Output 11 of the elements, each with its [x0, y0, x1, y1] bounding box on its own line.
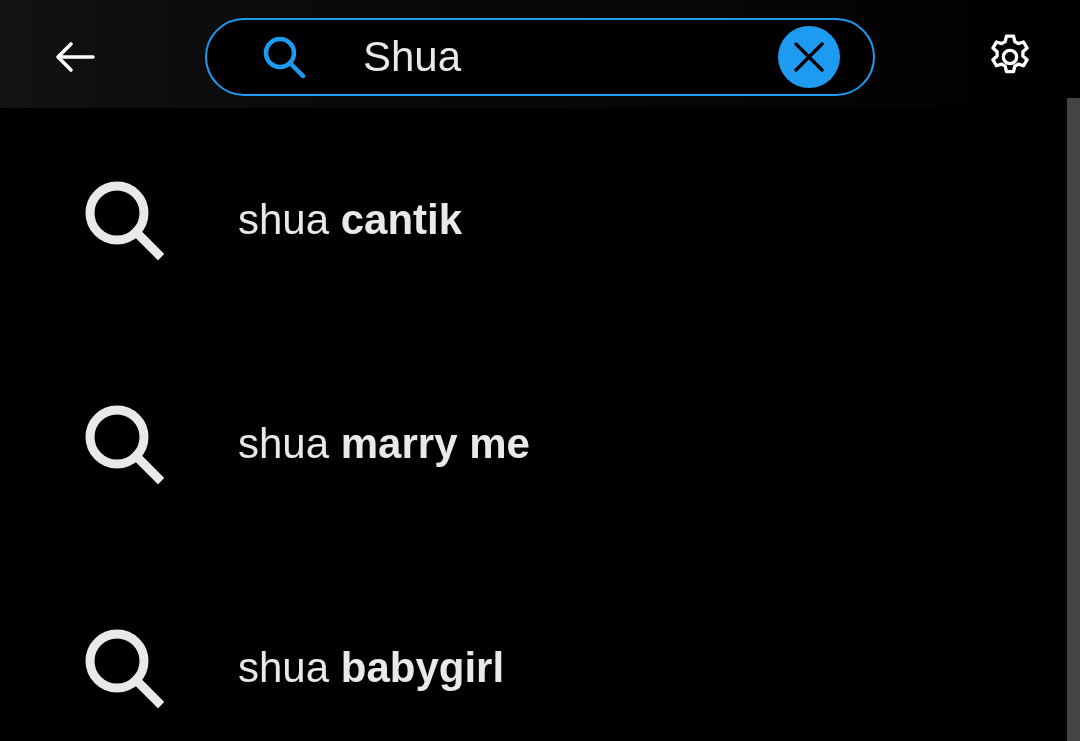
search-icon [84, 404, 164, 484]
search-icon [84, 628, 164, 708]
search-suggestion[interactable]: shua babygirl [0, 556, 1067, 741]
close-icon [794, 42, 824, 72]
back-button[interactable] [55, 41, 95, 73]
search-icon [84, 180, 164, 260]
back-arrow-icon [55, 41, 95, 73]
search-suggestion[interactable]: shua cantik [0, 108, 1067, 332]
search-field[interactable]: Shua [205, 18, 875, 96]
search-icon [262, 35, 306, 79]
search-suggestion[interactable]: shua marry me [0, 332, 1067, 556]
